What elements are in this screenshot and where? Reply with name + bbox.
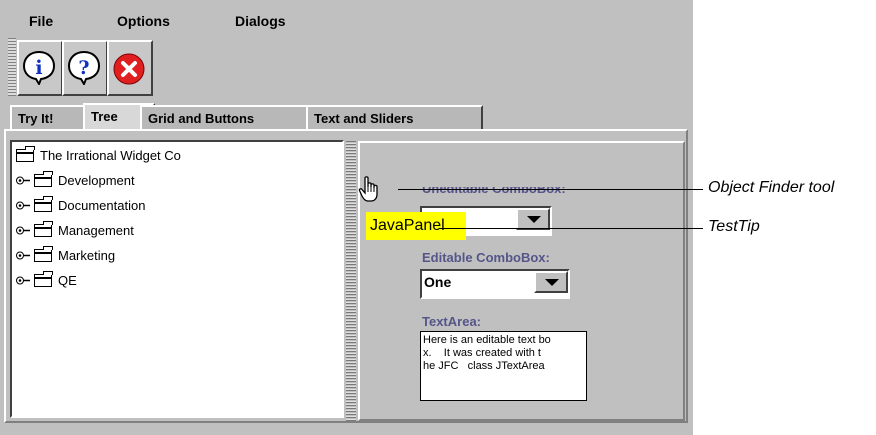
tree-node-label: QE: [58, 273, 77, 288]
editable-combobox-value[interactable]: One: [424, 274, 451, 290]
menu-dialogs[interactable]: Dialogs: [235, 13, 286, 29]
folder-icon: [34, 196, 53, 212]
svg-text:i: i: [35, 57, 42, 79]
tree-node-label: Documentation: [58, 198, 146, 213]
expand-toggle-icon[interactable]: [16, 176, 30, 185]
folder-icon: [34, 171, 53, 187]
editable-combobox-label: Editable ComboBox:: [422, 250, 550, 265]
expand-toggle-icon[interactable]: [16, 251, 30, 260]
callout-line-testtip: [440, 228, 703, 229]
expand-toggle-icon[interactable]: [16, 226, 30, 235]
tree-node-label: Marketing: [58, 248, 116, 263]
expand-toggle-icon[interactable]: [16, 276, 30, 285]
expand-toggle-icon[interactable]: [16, 201, 30, 210]
help-icon: ?: [67, 50, 101, 85]
toolbar-grip[interactable]: [8, 38, 16, 96]
menu-options[interactable]: Options: [117, 13, 170, 29]
split-pane-divider[interactable]: [346, 141, 356, 421]
info-button[interactable]: i: [17, 40, 63, 96]
object-finder-icon[interactable]: [356, 175, 384, 205]
close-icon: [113, 53, 145, 85]
callout-object-finder: Object Finder tool: [708, 179, 835, 196]
text-area[interactable]: Here is an editable text bo x. It was cr…: [420, 331, 587, 401]
editable-combobox[interactable]: One: [420, 269, 570, 299]
help-button[interactable]: ?: [62, 40, 108, 96]
combobox-dropdown-button[interactable]: [534, 271, 568, 293]
tree-view[interactable]: The Irrational Widget Co Development Doc…: [10, 140, 344, 418]
menu-file[interactable]: File: [29, 13, 53, 29]
textarea-label: TextArea:: [422, 314, 482, 329]
folder-icon: [34, 221, 53, 237]
exit-button[interactable]: [107, 40, 153, 96]
tree-node-label: Management: [58, 223, 134, 238]
combobox-dropdown-button[interactable]: [516, 208, 550, 230]
info-icon: i: [22, 50, 56, 85]
callout-testtip: TestTip: [708, 218, 760, 235]
application-window: File Options Dialogs i ? Try It! Tree Gr…: [0, 0, 693, 435]
tree-root-label: The Irrational Widget Co: [40, 148, 181, 163]
folder-icon: [16, 146, 35, 162]
folder-icon: [34, 271, 53, 287]
folder-icon: [34, 246, 53, 262]
callout-line-finder: [398, 189, 703, 190]
testtip-tooltip: JavaPanel: [366, 212, 466, 240]
svg-text:?: ?: [78, 57, 89, 79]
tree-node-label: Development: [58, 173, 135, 188]
